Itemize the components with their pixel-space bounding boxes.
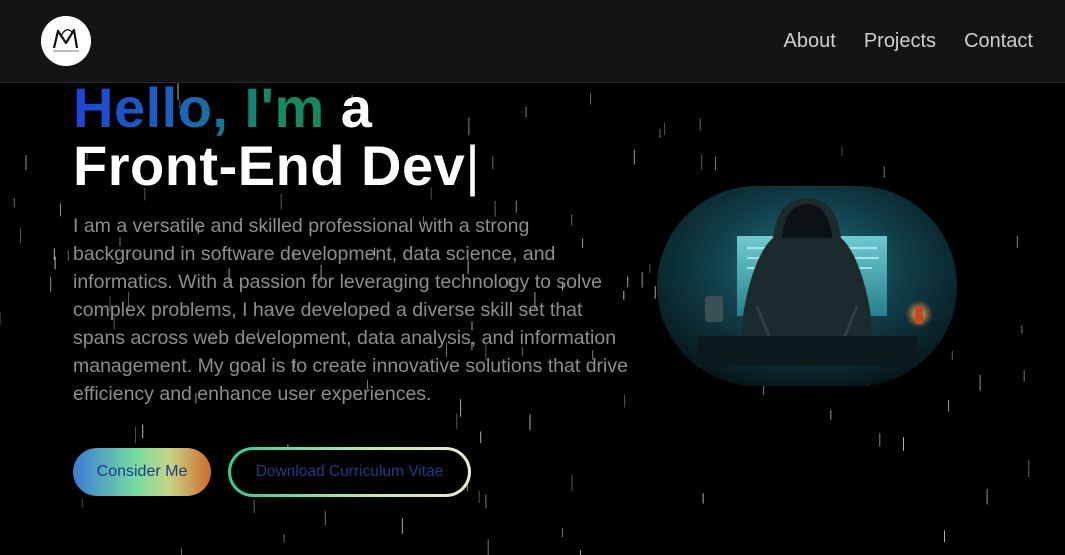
nav-link-about[interactable]: About (784, 30, 836, 52)
download-cv-button[interactable]: Download Curriculum Vitae (228, 447, 471, 497)
monogram-logo-icon (41, 16, 91, 66)
nav-links: About Projects Contact (784, 30, 1033, 52)
intro-paragraph: I am a versatile and skilled professiona… (73, 215, 628, 405)
navbar: About Projects Contact (0, 0, 1065, 83)
typing-cursor: | (465, 134, 481, 197)
hero-section: Hello, I'm a Front-End Dev| (73, 79, 480, 195)
nav-link-contact[interactable]: Contact (964, 30, 1033, 52)
nav-link-projects[interactable]: Projects (864, 30, 936, 52)
greeting-text: Hello, I'm (73, 76, 325, 139)
role-text: Front-End Dev (73, 134, 466, 197)
consider-me-button[interactable]: Consider Me (73, 448, 211, 496)
hero-headline: Hello, I'm a Front-End Dev| (73, 79, 480, 195)
hacker-illustration (657, 186, 957, 386)
logo[interactable] (41, 16, 91, 66)
article-text: a (340, 76, 373, 139)
download-cv-label: Download Curriculum Vitae (231, 450, 468, 494)
